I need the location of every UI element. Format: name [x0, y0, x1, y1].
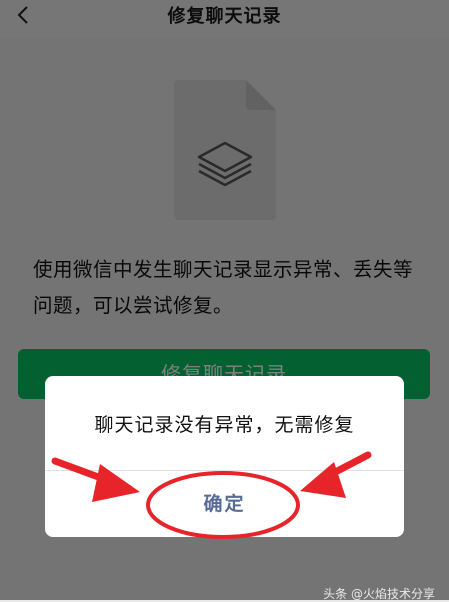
arrow-left-annotation — [300, 451, 372, 498]
arrow-right-annotation — [51, 457, 140, 502]
highlight-circle — [146, 471, 300, 539]
annotation-layer — [51, 451, 372, 539]
watermark: 头条 @火焰技术分享 — [323, 587, 435, 601]
